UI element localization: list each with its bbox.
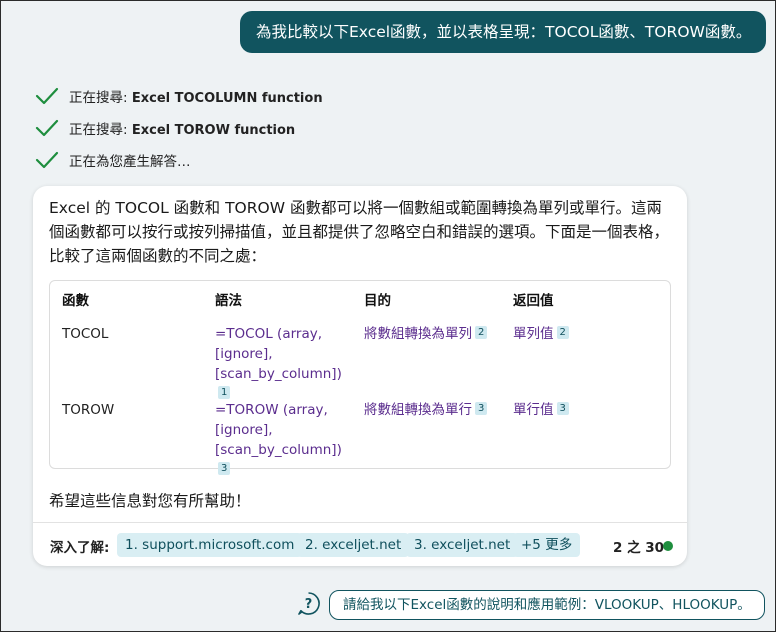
search-progress-list: 正在搜尋: Excel TOCOLUMN function 正在搜尋: Exce… bbox=[35, 80, 323, 176]
citation-badge[interactable]: 2 bbox=[556, 326, 569, 339]
table-cell-function: TOCOL bbox=[62, 326, 109, 342]
progress-item: 正在搜尋: Excel TOCOLUMN function bbox=[35, 80, 323, 112]
answer-closing: 希望這些信息對您有所幫助！ bbox=[49, 492, 251, 510]
source-link-1[interactable]: 1. support.microsoft.com bbox=[117, 533, 303, 557]
status-dot bbox=[663, 541, 673, 551]
suggested-prompt-button[interactable]: 請給我以下Excel函數的說明和應用範例：VLOOKUP、HLOOKUP。 bbox=[329, 590, 765, 620]
table-cell-function: TOROW bbox=[62, 402, 115, 418]
progress-item: 正在為您產生解答… bbox=[35, 144, 323, 176]
progress-item: 正在搜尋: Excel TOROW function bbox=[35, 112, 323, 144]
table-cell-syntax[interactable]: =TOCOL (array, [ignore], [scan_by_column… bbox=[215, 324, 355, 404]
question-mark-icon[interactable]: ? bbox=[296, 591, 321, 616]
table-header: 函數 bbox=[62, 293, 89, 309]
card-divider bbox=[33, 522, 687, 523]
table-cell-purpose[interactable]: 將數組轉換為單列 2 bbox=[364, 324, 488, 344]
table-header: 語法 bbox=[215, 293, 242, 309]
progress-text: 正在搜尋: Excel TOROW function bbox=[69, 122, 296, 138]
citation-badge[interactable]: 3 bbox=[218, 462, 231, 475]
source-link-3[interactable]: 3. exceljet.net bbox=[406, 533, 519, 557]
more-sources-button[interactable]: +5 更多 bbox=[513, 533, 581, 557]
checkmark-icon bbox=[35, 116, 59, 140]
citation-badge[interactable]: 3 bbox=[475, 402, 488, 415]
progress-text: 正在為您產生解答… bbox=[69, 154, 191, 170]
table-cell-returns[interactable]: 單列值 2 bbox=[513, 324, 569, 344]
source-link-2[interactable]: 2. exceljet.net bbox=[297, 533, 410, 557]
search-query: Excel TOROW function bbox=[131, 123, 296, 138]
svg-text:?: ? bbox=[305, 597, 313, 612]
citation-badge[interactable]: 3 bbox=[556, 402, 569, 415]
comparison-table: 函數 語法 目的 返回值 TOCOL =TOCOL (array, [ignor… bbox=[49, 280, 671, 475]
table-cell-purpose[interactable]: 將數組轉換為單行 3 bbox=[364, 400, 488, 420]
answer-card: Excel 的 TOCOL 函數和 TOROW 函數都可以將一個數組或範圍轉換為… bbox=[33, 186, 687, 566]
checkmark-icon bbox=[35, 84, 59, 108]
table-header: 目的 bbox=[364, 293, 391, 309]
citation-badge[interactable]: 1 bbox=[218, 386, 231, 399]
table-cell-returns[interactable]: 單行值 3 bbox=[513, 400, 569, 420]
search-query: Excel TOCOLUMN function bbox=[131, 91, 323, 106]
progress-text: 正在搜尋: Excel TOCOLUMN function bbox=[69, 90, 323, 106]
turn-counter: 2 之 30 bbox=[613, 540, 665, 556]
table-header: 返回值 bbox=[513, 293, 554, 309]
learn-more-label: 深入了解: bbox=[50, 540, 110, 556]
user-message-bubble: 為我比較以下Excel函數，並以表格呈現：TOCOL函數、TOROW函數。 bbox=[240, 11, 766, 53]
table-cell-syntax[interactable]: =TOROW (array, [ignore], [scan_by_column… bbox=[215, 400, 355, 480]
citation-badge[interactable]: 2 bbox=[475, 326, 488, 339]
checkmark-icon bbox=[35, 148, 59, 172]
answer-intro: Excel 的 TOCOL 函數和 TOROW 函數都可以將一個數組或範圍轉換為… bbox=[49, 199, 670, 265]
